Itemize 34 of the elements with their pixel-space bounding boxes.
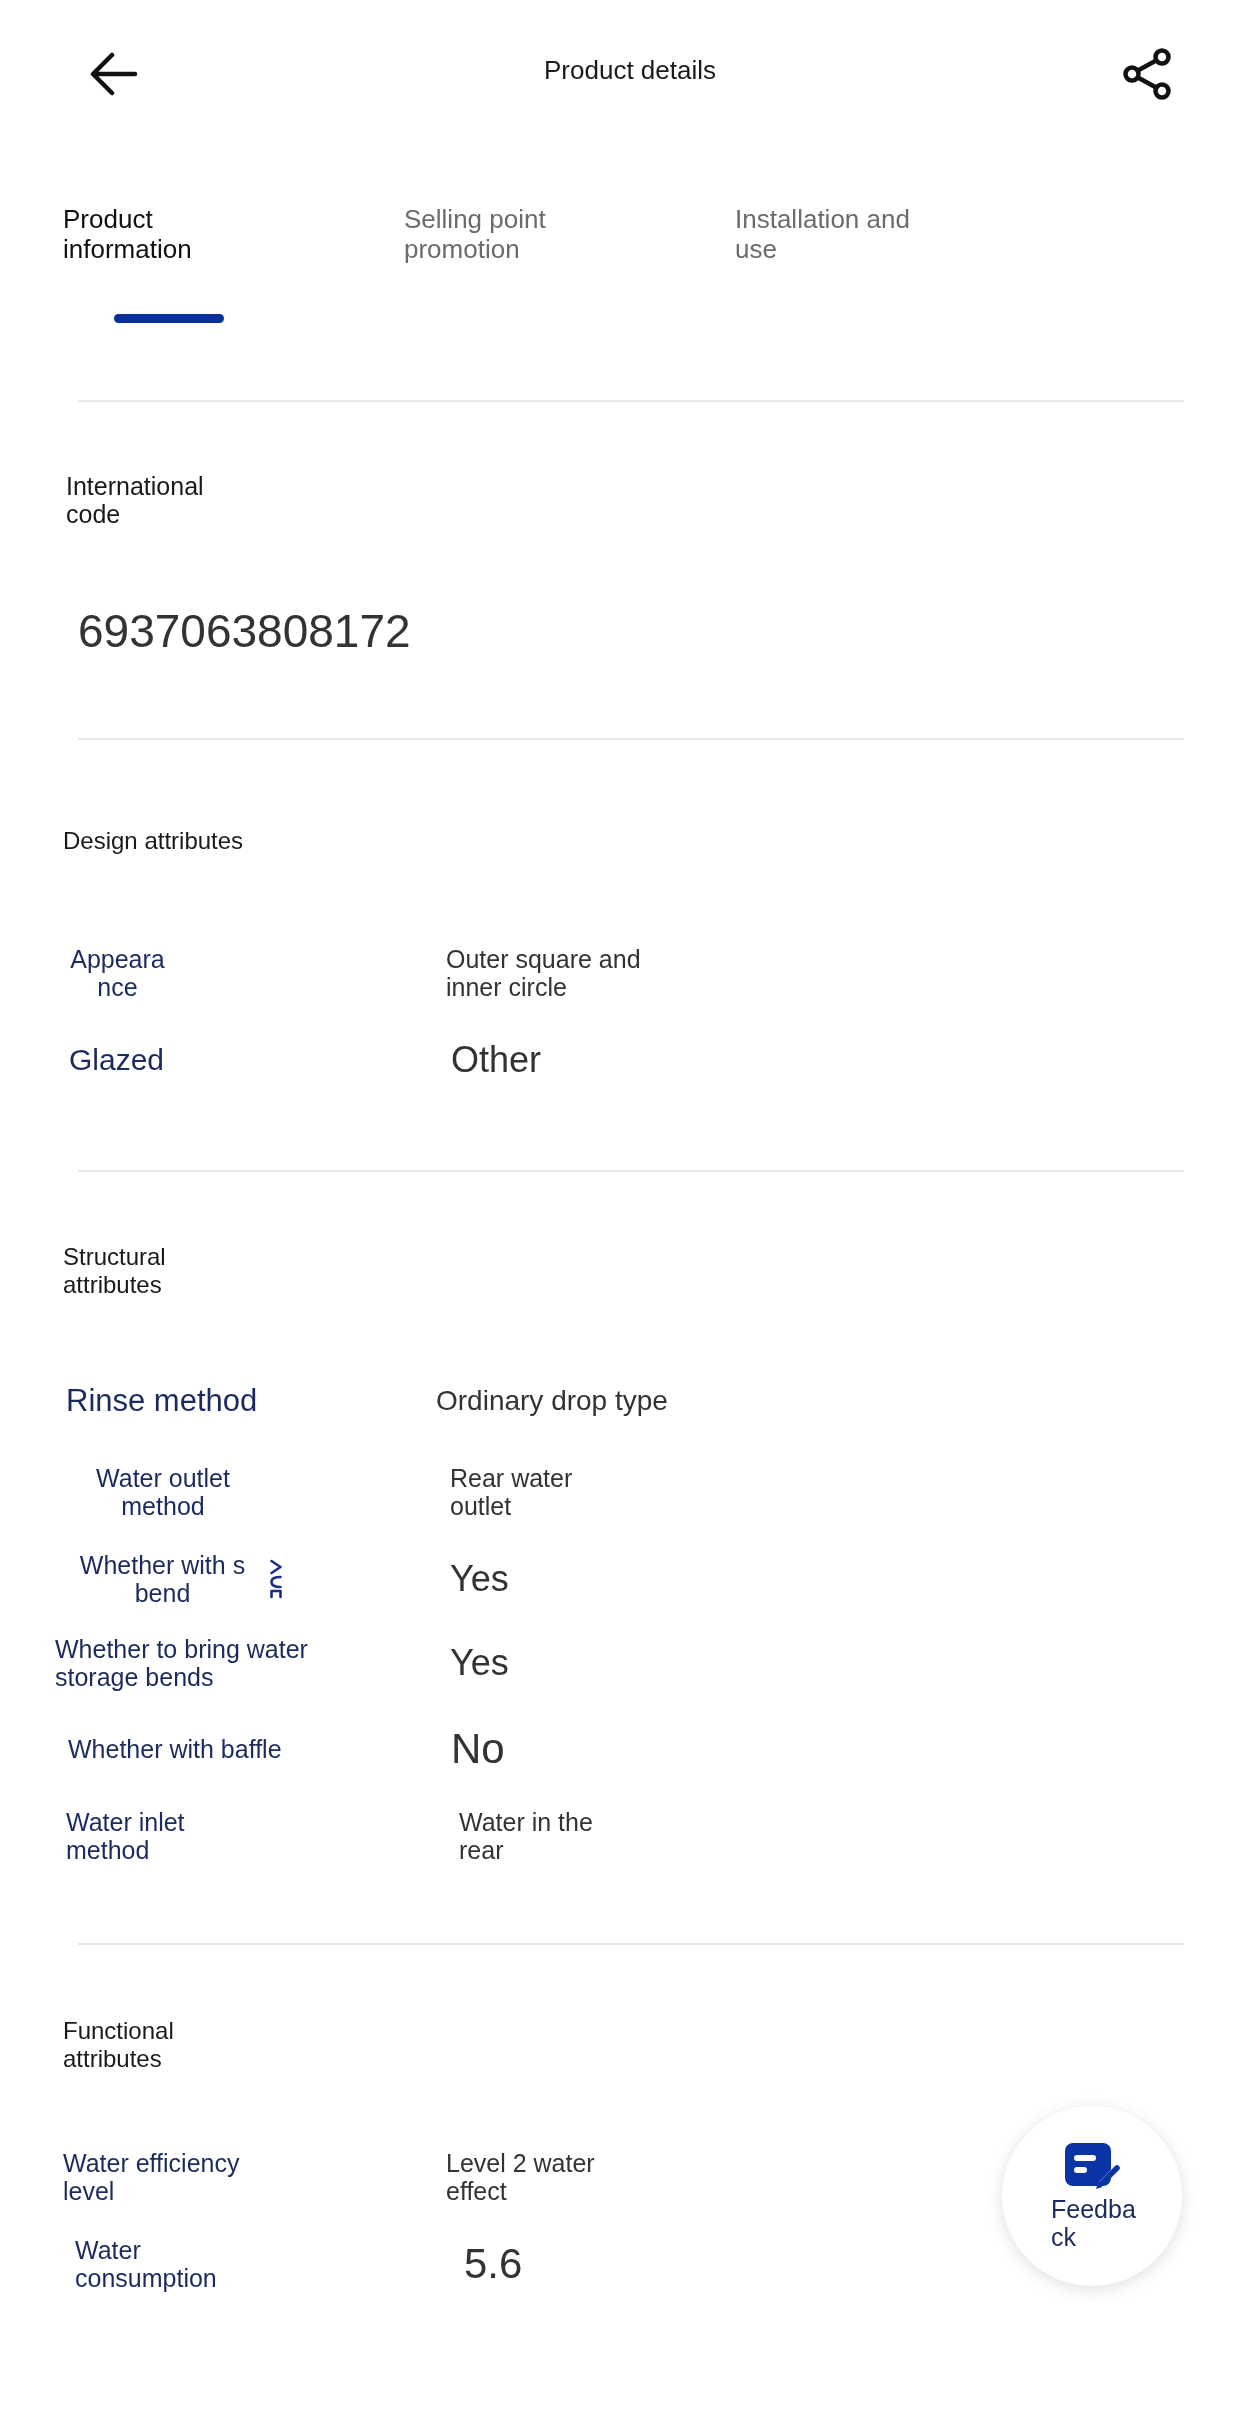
attribute-value: Rear water outlet — [450, 1464, 574, 1520]
attribute-value: Ordinary drop type — [436, 1384, 668, 1418]
international-code-label: International code — [66, 472, 205, 528]
attribute-label: Glazed — [69, 1042, 165, 1078]
back-icon[interactable] — [90, 52, 138, 96]
page-title: Product details — [544, 55, 716, 85]
attribute-value: Water in the rear — [459, 1807, 594, 1864]
section-title: Structural attributes — [63, 1243, 167, 1299]
attribute-label: Appearance — [69, 945, 166, 1001]
attribute-value: Other — [451, 1039, 542, 1081]
section-title: Design attributes — [63, 827, 245, 855]
share-icon[interactable] — [1123, 48, 1171, 100]
tab[interactable]: Installation and use — [735, 204, 935, 264]
attribute-label: Water inlet method — [66, 1807, 186, 1864]
attribute-value: Outer square and inner circle — [446, 945, 642, 1001]
attribute-value: Level 2 water effect — [446, 2149, 596, 2205]
international-code-value: 6937063808172 — [78, 604, 411, 658]
edit-note-icon — [1063, 2143, 1121, 2190]
attribute-value: No — [451, 1724, 505, 1773]
attribute-label: Whether to bring water storage bends — [55, 1635, 309, 1691]
tab[interactable]: Product information — [63, 204, 263, 264]
attribute-label: Water outlet method — [95, 1464, 231, 1520]
attribute-label: Whether with s bend — [78, 1551, 247, 1607]
attribute-value: Yes — [450, 1558, 509, 1600]
attribute-label: Water consumption — [75, 2236, 218, 2292]
attribute-label: Water efficiency level — [63, 2149, 241, 2205]
tab[interactable]: Selling point promotion — [404, 204, 604, 264]
section-title: Functional attributes — [63, 2017, 175, 2073]
feedback-button[interactable]: Feedback — [1002, 2106, 1182, 2286]
squiggle-icon — [269, 1559, 283, 1599]
attribute-value: 5.6 — [464, 2240, 523, 2288]
attribute-label: Rinse method — [66, 1383, 258, 1419]
attribute-value: Yes — [450, 1642, 509, 1684]
attribute-label: Whether with baffle — [68, 1734, 282, 1763]
